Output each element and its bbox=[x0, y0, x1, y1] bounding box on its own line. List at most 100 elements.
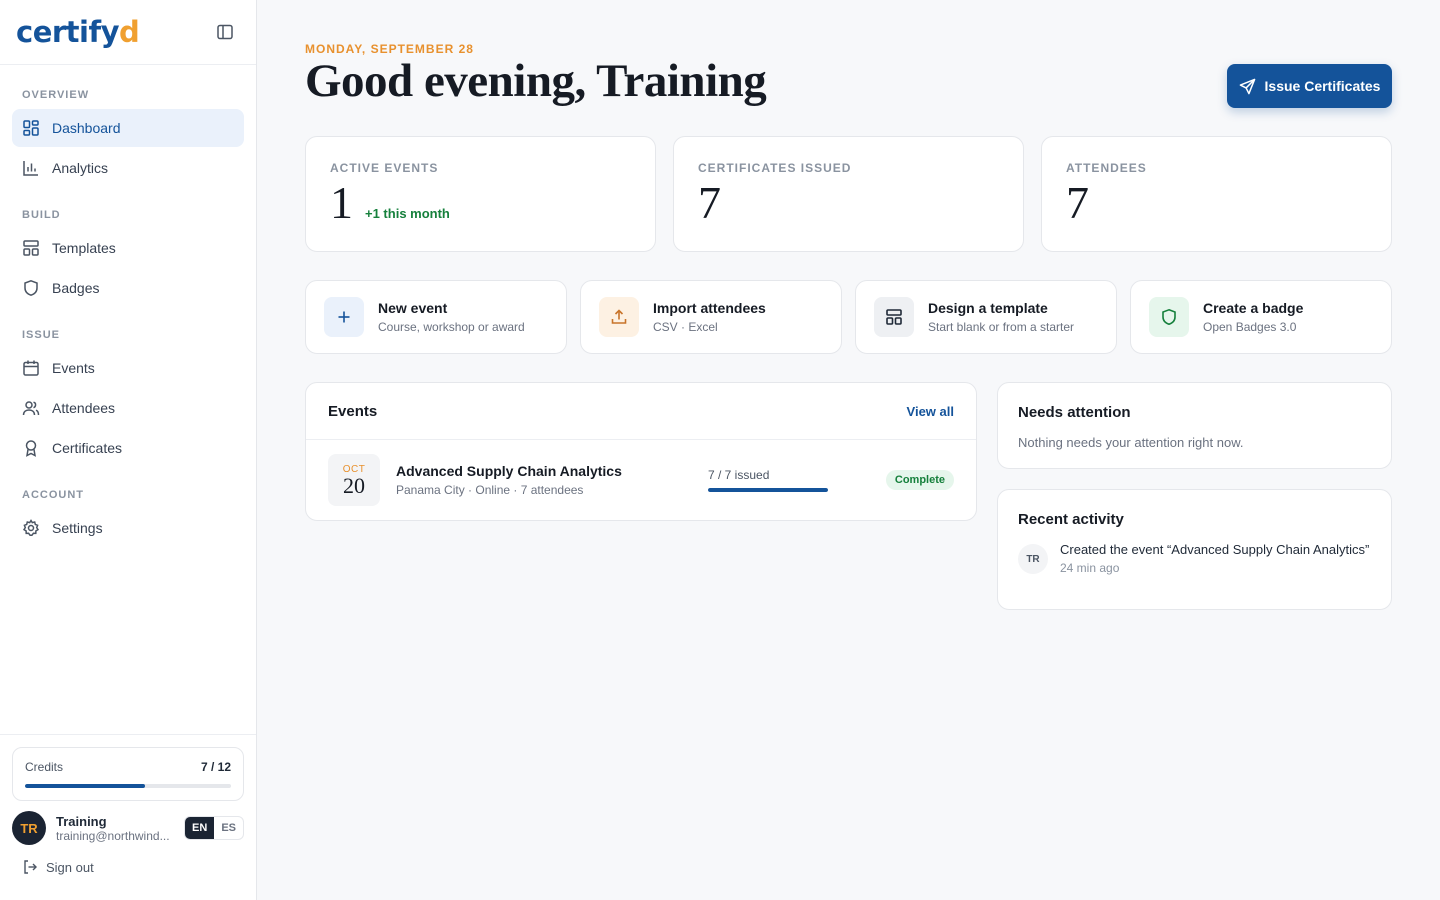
action-subtitle: Course, workshop or award bbox=[378, 320, 525, 334]
plus-icon bbox=[324, 297, 364, 337]
design-template-action[interactable]: Design a template Start blank or from a … bbox=[855, 280, 1117, 354]
issued-progress-fill bbox=[708, 488, 828, 492]
sidebar-item-badges[interactable]: Badges bbox=[12, 269, 244, 307]
gear-icon bbox=[22, 519, 40, 537]
nav-section-issue: ISSUE bbox=[22, 329, 61, 341]
calendar-icon bbox=[23, 360, 39, 376]
status-badge: Complete bbox=[885, 470, 954, 490]
award-icon bbox=[25, 440, 37, 457]
language-es-button[interactable]: ES bbox=[214, 817, 243, 839]
stat-card-attendees: ATTENDEES 7 bbox=[1041, 136, 1392, 252]
sidebar-footer: Credits 7 / 12 TR Training training@nort… bbox=[0, 734, 256, 900]
credits-count: 7 / 12 bbox=[200, 760, 231, 774]
sidebar-item-certificates[interactable]: Certificates bbox=[12, 429, 244, 467]
recent-activity-panel: Recent activity TR Created the event “Ad… bbox=[997, 489, 1392, 610]
event-date: OCT 20 bbox=[328, 454, 380, 506]
sidebar-item-settings[interactable]: Settings bbox=[12, 509, 244, 547]
new-event-action[interactable]: New event Course, workshop or award bbox=[305, 280, 567, 354]
avatar[interactable]: TR bbox=[12, 811, 46, 845]
user-row: TR Training training@northwind... EN ES bbox=[12, 811, 244, 845]
action-subtitle: Start blank or from a starter bbox=[928, 320, 1075, 334]
activity-text: Created the event “Advanced Supply Chain… bbox=[1060, 542, 1370, 557]
import-attendees-action[interactable]: Import attendees CSV · Excel bbox=[580, 280, 842, 354]
sidebar-item-analytics[interactable]: Analytics bbox=[12, 149, 244, 187]
credits-label: Credits bbox=[25, 760, 64, 774]
sidebar-item-label: Templates bbox=[52, 240, 116, 256]
stats-row: ACTIVE EVENTS 1 +1 this month CERTIFICAT… bbox=[305, 136, 1392, 252]
issued-label: 7 / 7 issued bbox=[708, 468, 770, 482]
needs-attention-panel: Needs attention Nothing needs your atten… bbox=[997, 382, 1392, 469]
page-title: Good evening, Training bbox=[305, 55, 767, 107]
upload-icon bbox=[599, 297, 639, 337]
action-subtitle: CSV · Excel bbox=[653, 320, 718, 334]
avatar: TR bbox=[1018, 544, 1048, 574]
issued-progress-bar bbox=[708, 488, 828, 492]
analytics-icon bbox=[23, 161, 38, 176]
send-icon bbox=[1239, 78, 1255, 94]
credits-progress-bar bbox=[25, 784, 231, 788]
action-title: Import attendees bbox=[653, 300, 766, 316]
stat-card-certificates-issued: CERTIFICATES ISSUED 7 bbox=[673, 136, 1024, 252]
sidebar-item-label: Analytics bbox=[52, 160, 109, 176]
nav-section-overview: OVERVIEW bbox=[22, 89, 90, 101]
view-all-link[interactable]: View all bbox=[907, 404, 954, 419]
stat-label: CERTIFICATES ISSUED bbox=[698, 161, 852, 175]
sign-out-label: Sign out bbox=[46, 859, 94, 875]
events-panel-title: Events bbox=[328, 402, 378, 420]
templates-icon bbox=[23, 240, 39, 256]
sidebar: certifyd OVERVIEW Dashboard Analytics BU… bbox=[0, 0, 257, 900]
stat-value: 1 bbox=[330, 177, 353, 228]
nav-section-account: ACCOUNT bbox=[22, 489, 84, 501]
stat-label: ATTENDEES bbox=[1066, 161, 1147, 175]
sign-out-icon bbox=[24, 860, 37, 874]
sidebar-item-attendees[interactable]: Attendees bbox=[12, 389, 244, 427]
nav-section-build: BUILD bbox=[22, 209, 61, 221]
logo[interactable]: certifyd bbox=[16, 15, 140, 49]
action-title: New event bbox=[378, 300, 448, 316]
stat-value: 7 bbox=[1066, 177, 1089, 228]
credits-card: Credits 7 / 12 bbox=[12, 747, 244, 801]
sidebar-item-events[interactable]: Events bbox=[12, 349, 244, 387]
shield-icon bbox=[1149, 297, 1189, 337]
event-progress: 7 / 7 issued bbox=[708, 468, 828, 492]
user-name: Training bbox=[56, 813, 107, 829]
event-row[interactable]: OCT 20 Advanced Supply Chain Analytics P… bbox=[306, 440, 976, 520]
main-content: MONDAY, SEPTEMBER 28 Good evening, Train… bbox=[257, 0, 1440, 900]
sidebar-item-label: Certificates bbox=[52, 440, 123, 456]
language-switch: EN ES bbox=[184, 816, 244, 840]
events-panel: Events View all OCT 20 Advanced Supply C… bbox=[305, 382, 977, 521]
action-subtitle: Open Badges 3.0 bbox=[1203, 320, 1297, 334]
needs-attention-text: Nothing needs your attention right now. bbox=[1018, 435, 1244, 450]
activity-item: TR Created the event “Advanced Supply Ch… bbox=[1018, 542, 1371, 575]
user-email: training@northwind... bbox=[56, 828, 170, 843]
sidebar-item-label: Settings bbox=[52, 520, 103, 536]
collapse-sidebar-icon[interactable] bbox=[214, 21, 236, 43]
event-meta: Panama City · Online · 7 attendees bbox=[396, 483, 584, 497]
dashboard-icon bbox=[23, 120, 39, 136]
stat-value: 7 bbox=[698, 177, 721, 228]
event-day: 20 bbox=[343, 472, 365, 498]
action-title: Create a badge bbox=[1203, 300, 1304, 316]
sidebar-nav: OVERVIEW Dashboard Analytics BUILD Templ… bbox=[0, 65, 256, 547]
needs-attention-title: Needs attention bbox=[1018, 404, 1131, 421]
activity-time: 24 min ago bbox=[1060, 561, 1120, 575]
create-badge-action[interactable]: Create a badge Open Badges 3.0 bbox=[1130, 280, 1392, 354]
issue-certificates-label: Issue Certificates bbox=[1264, 78, 1381, 94]
sidebar-item-label: Attendees bbox=[52, 400, 116, 416]
issue-certificates-button[interactable]: Issue Certificates bbox=[1227, 64, 1392, 108]
quick-actions: New event Course, workshop or award Impo… bbox=[305, 280, 1392, 354]
sidebar-item-label: Dashboard bbox=[52, 120, 121, 136]
shield-icon bbox=[24, 280, 38, 296]
sidebar-item-label: Events bbox=[52, 360, 95, 376]
language-en-button[interactable]: EN bbox=[185, 817, 215, 839]
sidebar-item-templates[interactable]: Templates bbox=[12, 229, 244, 267]
stat-label: ACTIVE EVENTS bbox=[330, 161, 439, 175]
credits-progress-fill bbox=[25, 784, 146, 788]
stat-card-active-events: ACTIVE EVENTS 1 +1 this month bbox=[305, 136, 656, 252]
event-name: Advanced Supply Chain Analytics bbox=[396, 463, 622, 479]
template-icon bbox=[874, 297, 914, 337]
sign-out-button[interactable]: Sign out bbox=[12, 859, 244, 875]
recent-activity-title: Recent activity bbox=[1018, 511, 1124, 528]
sidebar-item-dashboard[interactable]: Dashboard bbox=[12, 109, 244, 147]
users-icon bbox=[22, 401, 40, 416]
